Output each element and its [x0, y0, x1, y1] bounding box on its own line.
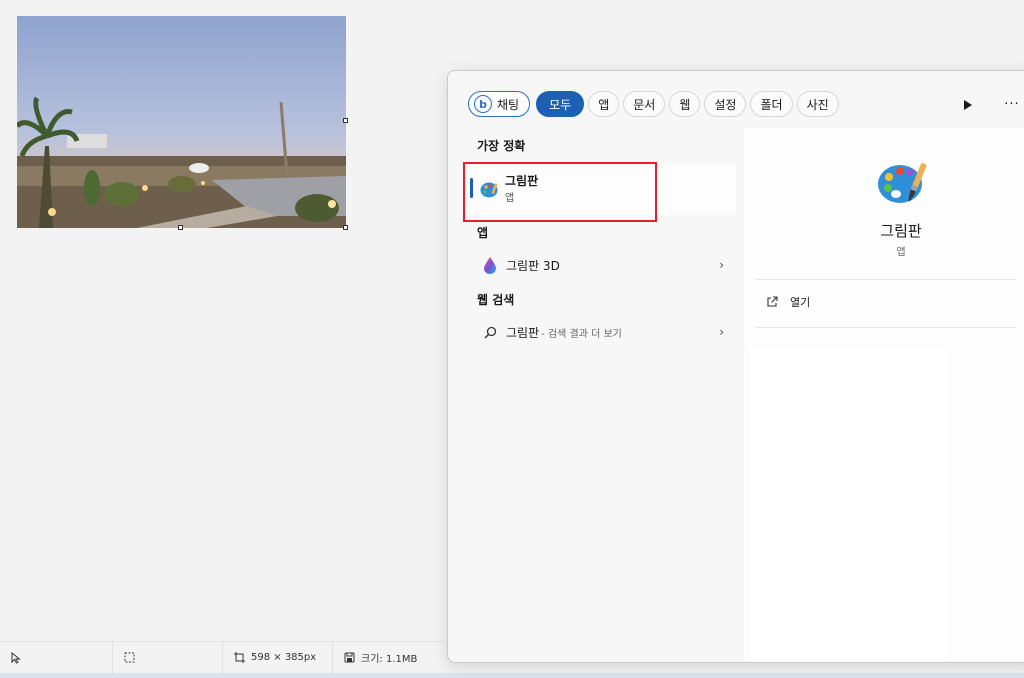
- status-bar: 598 × 385px 크기: 1.1MB: [0, 641, 450, 673]
- search-panel: b 채팅 모두 앱 문서 웹 설정 폴더 사진 ··· 가장 정확 그림판 앱 …: [447, 70, 1024, 663]
- open-external-icon: [766, 296, 778, 308]
- chevron-right-icon[interactable]: ›: [719, 258, 724, 272]
- web-search-query: 그림판: [506, 325, 540, 340]
- pointer-position: [0, 642, 113, 673]
- best-match-item[interactable]: 그림판 앱: [466, 163, 736, 215]
- selection-size: [113, 642, 223, 673]
- resize-handle[interactable]: [343, 118, 348, 123]
- tab-apps[interactable]: 앱: [588, 91, 620, 117]
- file-size-text: 크기: 1.1MB: [361, 654, 418, 665]
- web-search-result[interactable]: 그림판 - 검색 결과 더 보기 ›: [470, 317, 730, 347]
- tab-folders[interactable]: 폴더: [750, 91, 793, 117]
- chevron-right-icon[interactable]: ›: [719, 325, 724, 339]
- divider: [756, 279, 1016, 280]
- canvas-size-icon: [233, 652, 245, 664]
- bing-icon: b: [474, 95, 492, 113]
- search-icon: [480, 326, 500, 339]
- tab-documents[interactable]: 문서: [623, 91, 666, 117]
- apps-header: 앱: [477, 226, 489, 240]
- tab-web[interactable]: 웹: [669, 91, 701, 117]
- app-result-paint3d[interactable]: 그림판 3D ›: [470, 250, 730, 280]
- canvas-image[interactable]: [17, 16, 346, 228]
- selection-icon: [123, 652, 135, 664]
- best-match-name: 그림판: [505, 174, 539, 188]
- play-icon[interactable]: [959, 97, 975, 113]
- search-filter-tabs: b 채팅 모두 앱 문서 웹 설정 폴더 사진: [468, 91, 839, 117]
- tab-all[interactable]: 모두: [536, 91, 585, 117]
- tab-settings[interactable]: 설정: [704, 91, 747, 117]
- detail-pane: 그림판 앱 열기: [744, 128, 1024, 662]
- pointer-icon: [10, 651, 22, 664]
- web-search-header: 웹 검색: [477, 293, 515, 307]
- tab-chat[interactable]: b 채팅: [468, 91, 531, 117]
- detail-blank-area: [750, 348, 948, 662]
- paint-app-icon: [480, 179, 500, 203]
- divider: [756, 327, 1016, 328]
- app-result-label: 그림판 3D: [506, 258, 560, 273]
- resize-handle[interactable]: [178, 225, 183, 230]
- open-label: 열기: [790, 296, 811, 309]
- dimensions-text: 598 × 385px: [251, 652, 317, 663]
- detail-app-type: 앱: [896, 247, 906, 258]
- resize-handle[interactable]: [343, 225, 348, 230]
- taskbar-edge: [0, 673, 1024, 678]
- selection-indicator: [470, 178, 473, 198]
- file-size: 크기: 1.1MB: [333, 642, 450, 673]
- save-icon: [343, 652, 355, 664]
- web-search-suffix: - 검색 결과 더 보기: [541, 328, 622, 340]
- best-match-type: 앱: [505, 193, 515, 204]
- canvas-dimensions: 598 × 385px: [223, 642, 333, 673]
- open-button[interactable]: 열기: [766, 294, 810, 310]
- best-match-header: 가장 정확: [477, 139, 526, 153]
- detail-app-name: 그림판: [880, 222, 922, 240]
- more-options-button[interactable]: ···: [1002, 95, 1022, 113]
- tab-chat-label: 채팅: [497, 97, 520, 112]
- paint-app-large-icon: [876, 156, 928, 212]
- tab-photos[interactable]: 사진: [796, 91, 839, 117]
- paint3d-icon: [480, 256, 500, 274]
